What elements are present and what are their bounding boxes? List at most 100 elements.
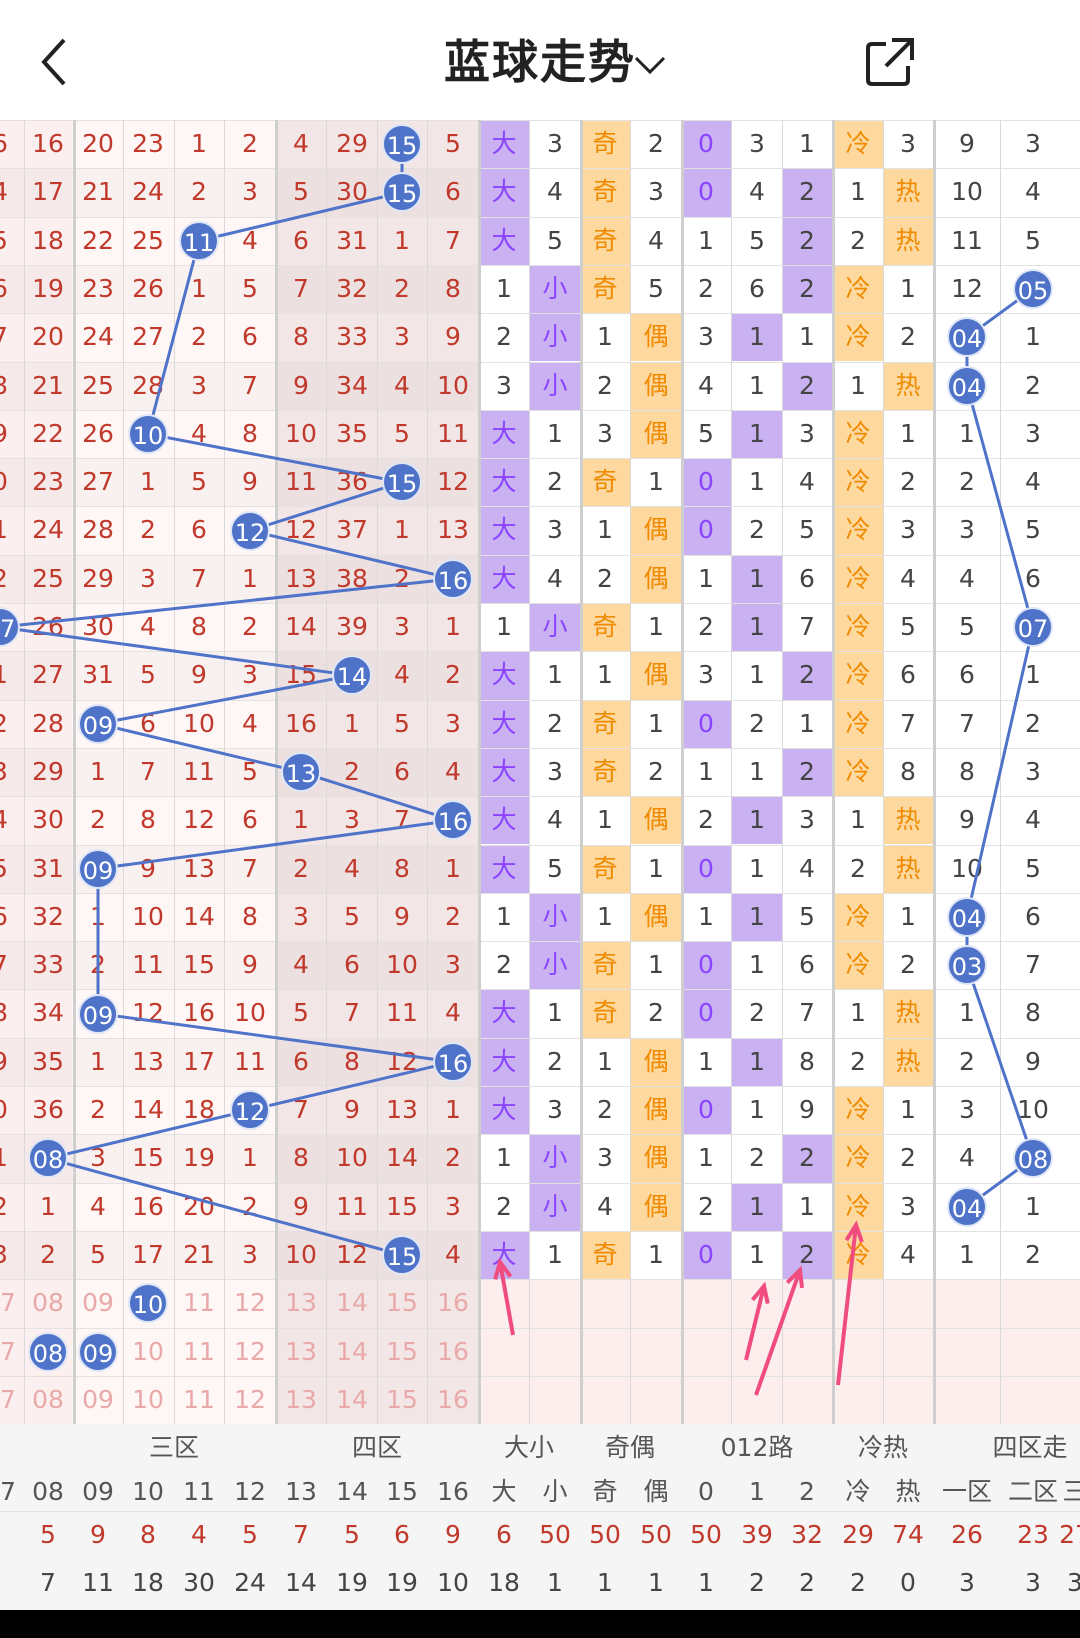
sub-header: 11 [183,1476,215,1506]
drawn-ball: 15 [382,462,422,503]
trend-line [300,770,454,822]
drawn-ball: 09 [78,703,118,744]
stat-cell: 1 [597,1568,613,1598]
stat-cell: 18 [428,1603,478,1610]
drawn-ball: 15 [382,1235,422,1276]
drawn-ball: 15 [382,124,422,165]
stat-cell: 50 [690,1520,722,1550]
stat-cell: 44 [174,1603,224,1610]
stat-cell: 7 [40,1568,56,1598]
page-title[interactable]: 蓝球走势 [0,26,1080,92]
stat-cell: 1 [648,1568,664,1598]
trend-line [249,1060,454,1112]
drawn-ball: 04 [947,896,987,937]
drawn-ball: 04 [947,1186,987,1227]
stat-cell: 18 [132,1568,164,1598]
stat-cell: 1 [547,1568,563,1598]
stat-cell: 10 [782,1603,832,1610]
drawn-ball: 12 [230,510,270,551]
stat-cell: 50 [640,1520,672,1550]
sub-header: 2 [799,1476,815,1506]
section-header: 四区走 [992,1433,1068,1463]
sub-header: 一区 [942,1476,993,1506]
share-icon[interactable] [862,34,918,90]
sub-header: 13 [285,1476,317,1506]
section-header: 012路 [720,1433,794,1463]
stat-cell: 38 [276,1603,326,1610]
zone-line [965,964,1035,1159]
stat-cell: 0 [900,1568,916,1598]
stat-cell: 2 [883,1603,933,1610]
drawn-ball: 04 [947,365,987,406]
trend-line [146,240,201,435]
zone-line [965,385,1035,628]
drawn-ball: 07 [1013,607,1053,648]
sub-header: 热 [895,1476,921,1506]
system-nav-bar [0,1610,1080,1638]
sub-header: 09 [82,1476,114,1506]
trend-line [249,480,403,532]
trend-line [47,1157,403,1257]
stat-cell: 16 [942,1603,992,1610]
stat-cell: 57 [123,1603,173,1610]
drawn-ball: 12 [230,1090,270,1131]
sub-header: 三 [1062,1476,1080,1506]
sub-header: 冷 [845,1476,871,1506]
sub-header: 08 [32,1476,64,1506]
stat-cell: 9 [445,1520,461,1550]
stat-cell: 36 [327,1603,377,1610]
stat-cell: 10 [1050,1603,1080,1610]
stat-cell: 36 [23,1603,73,1610]
drawn-ball: 05 [1013,269,1053,310]
stat-cell: 19 [386,1568,418,1598]
stat-cell: 38 [377,1603,427,1610]
stat-cell: 50 [589,1520,621,1550]
section-header: 四区 [351,1433,402,1463]
drawn-ball: 13 [281,752,321,793]
stat-cell: 2 [799,1568,815,1598]
stat-cell: 6 [394,1520,410,1550]
drawn-ball: 08 [28,1138,68,1179]
stat-cell: 3 [959,1568,975,1598]
chevron-down-icon[interactable] [630,50,670,80]
stat-cell: 50 [539,1520,571,1550]
stat-cell: 1 [698,1568,714,1598]
top-bar: 蓝球走势 [0,0,1080,120]
trend-line [0,625,353,677]
trend-line [147,432,403,484]
trend-line [198,190,403,243]
stat-cell: 8 [140,1520,156,1550]
stat-cell: 38 [479,1603,529,1610]
drawn-ball: 04 [947,317,987,358]
trend-line [47,1108,251,1160]
drawn-ball: 14 [332,655,372,696]
stat-cell: 24 [234,1568,266,1598]
prediction-ball: 09 [78,1331,118,1372]
sub-header: 大 [491,1476,517,1506]
trend-line [97,673,353,726]
stat-cell: 5 [344,1520,360,1550]
drawn-ball: 15 [382,172,422,213]
drawn-ball: 11 [179,220,219,261]
trend-line [97,1012,454,1064]
section-header: 奇偶 [604,1433,655,1463]
stat-cell: 9 [90,1520,106,1550]
stat-cell: 10 [437,1568,469,1598]
trend-lines [0,144,1035,1257]
stat-cell: 26 [951,1520,983,1550]
stat-cell: 5 [40,1520,56,1550]
zone-line [965,626,1035,918]
trend-line [97,722,302,774]
drawn-ball: 09 [78,993,118,1034]
footer-line [0,1511,1080,1513]
stat-cell: 62 [225,1603,275,1610]
stat-cell: 9 [833,1603,883,1610]
stat-cell: 32 [791,1520,823,1550]
stat-cell: 29 [842,1520,874,1550]
sub-header: 1 [749,1476,765,1506]
trend-line [97,818,454,871]
stat-cell: 11 [82,1568,114,1598]
stat-cell: 7 [293,1520,309,1550]
sub-header: 偶 [643,1476,669,1506]
drawn-ball: 16 [433,558,473,599]
